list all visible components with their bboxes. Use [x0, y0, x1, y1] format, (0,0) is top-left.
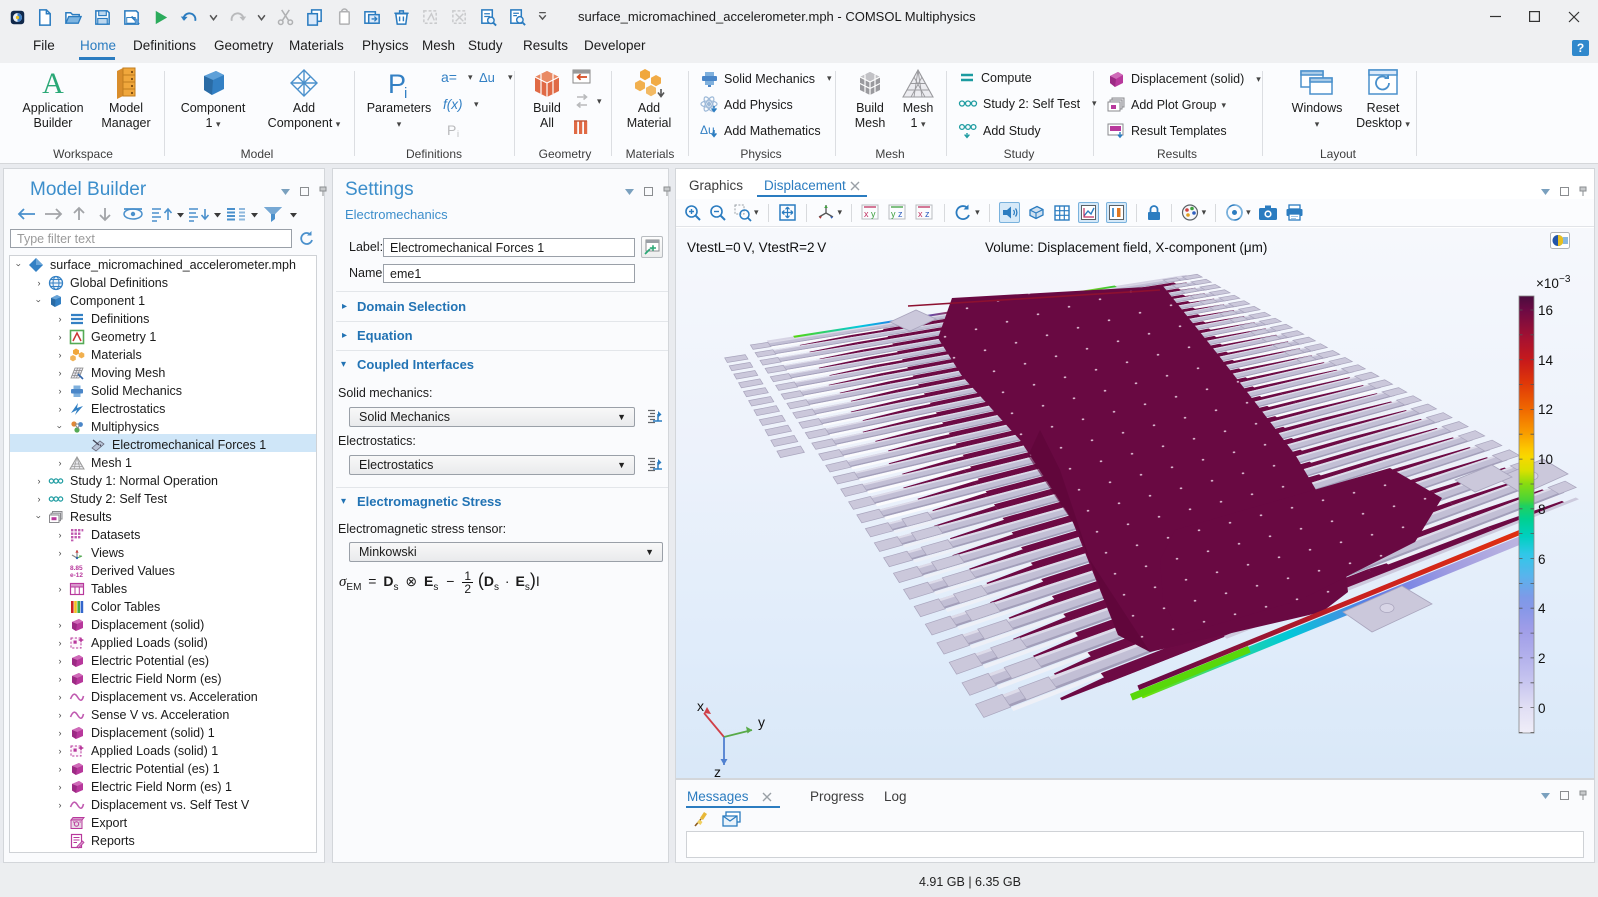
svg-text:P: P [447, 122, 456, 138]
svg-text:4: 4 [1538, 601, 1546, 616]
svg-text:y: y [871, 209, 876, 219]
svg-text:12: 12 [1538, 402, 1553, 417]
svg-text:z: z [898, 209, 903, 219]
svg-text:f(x): f(x) [443, 97, 463, 112]
svg-text:0: 0 [1538, 701, 1546, 716]
svg-text:8: 8 [1538, 502, 1546, 517]
svg-text:A: A [42, 67, 64, 100]
svg-text:6: 6 [1538, 552, 1546, 567]
svg-text:x: x [864, 209, 869, 219]
svg-text:z: z [714, 764, 721, 778]
svg-text:x: x [918, 209, 923, 219]
svg-text:2: 2 [1538, 651, 1546, 666]
svg-text:−3: −3 [1559, 274, 1571, 285]
svg-text:x: x [697, 698, 704, 714]
svg-text:i: i [457, 129, 459, 138]
svg-text:i: i [404, 85, 407, 101]
svg-text:10: 10 [1538, 452, 1553, 467]
svg-text:a=: a= [441, 70, 457, 85]
svg-text:16: 16 [1538, 303, 1553, 318]
svg-text:Δu: Δu [479, 70, 495, 85]
svg-text:14: 14 [1538, 353, 1554, 368]
svg-text:z: z [925, 209, 930, 219]
svg-text:y: y [891, 209, 896, 219]
svg-text:y: y [758, 714, 765, 730]
svg-text:×10: ×10 [1536, 276, 1559, 291]
